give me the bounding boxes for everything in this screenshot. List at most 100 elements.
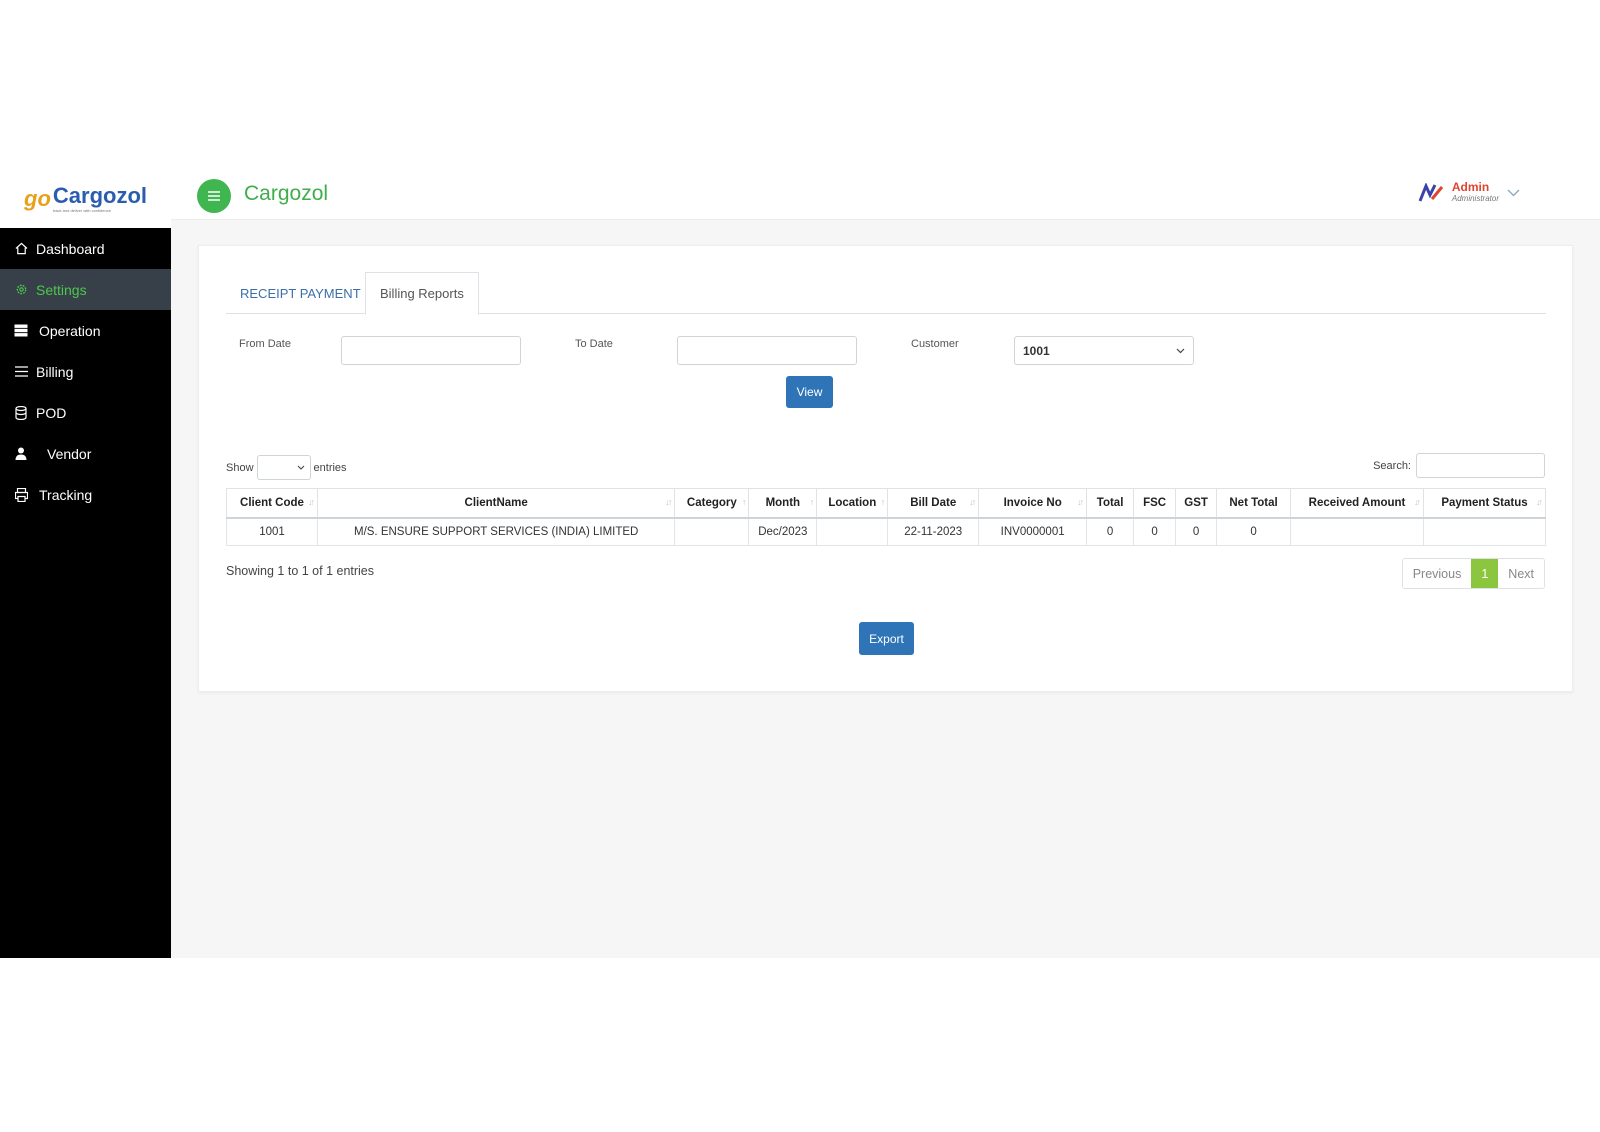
server-icon (13, 324, 29, 338)
page-length-control: Show entries (226, 455, 347, 480)
col-bill-date[interactable]: Bill Date ↓↑ (887, 488, 980, 519)
user-name: Admin (1451, 180, 1490, 194)
printer-icon (13, 487, 29, 502)
sort-icon: ↑ (809, 497, 814, 507)
cell-net-total: 0 (1216, 517, 1292, 546)
from-date-input[interactable] (341, 336, 521, 365)
sidebar-item-label: Dashboard (36, 240, 105, 257)
database-icon (13, 405, 29, 420)
app-shell: go Cargozol track and deliver with confi… (0, 170, 1600, 958)
col-total[interactable]: Total (1086, 488, 1135, 519)
next-page-button[interactable]: Next (1498, 559, 1544, 588)
user-icon (13, 447, 29, 461)
cell-fsc: 0 (1133, 517, 1177, 546)
menu-toggle-button[interactable] (197, 179, 231, 213)
sidebar-item-billing[interactable]: Billing (0, 351, 171, 392)
chevron-down-icon (1176, 346, 1185, 356)
view-button[interactable]: View (786, 376, 833, 408)
user-menu[interactable]: Admin Administrator (1418, 181, 1520, 204)
sort-icon: ↑ (880, 497, 885, 507)
user-role: Administrator (1451, 194, 1499, 203)
col-payment-status[interactable]: Payment Status ↓↑ (1422, 488, 1547, 519)
sidebar-item-vendor[interactable]: Vendor (0, 433, 171, 474)
sidebar-item-dashboard[interactable]: Dashboard (0, 228, 171, 269)
brand-logo[interactable]: go Cargozol track and deliver with confi… (0, 170, 171, 228)
logo-text: Cargozol (52, 183, 148, 208)
customer-select[interactable]: 1001 (1014, 336, 1194, 365)
page-length-select[interactable] (256, 455, 311, 480)
sidebar-item-label: Vendor (47, 445, 92, 462)
show-label: Show (226, 461, 254, 474)
cell-location (816, 517, 889, 546)
report-card: RECEIPT PAYMENT Billing Reports From Dat… (198, 245, 1573, 692)
cell-received-amount (1290, 517, 1424, 546)
cell-invoice-no: INV0000001 (978, 517, 1088, 546)
entries-label: entries (313, 461, 347, 474)
top-header: Cargozol Admin Administrator (171, 170, 1600, 220)
billing-table: Client Code ↓↑ ClientName ↓↑ Category ↑ Mon… (226, 488, 1547, 546)
sort-icon: ↓↑ (307, 497, 315, 507)
col-location[interactable]: Location ↑ (816, 488, 889, 519)
tab-billing-reports[interactable]: Billing Reports (365, 272, 479, 315)
sort-icon: ↓↑ (1413, 497, 1421, 507)
sort-icon: ↓↑ (665, 497, 672, 507)
cell-category (674, 517, 750, 546)
company-logo-icon (1418, 182, 1444, 202)
logo-tagline: track and deliver with confidence (52, 208, 111, 213)
cell-client-code: 1001 (226, 517, 318, 546)
sort-icon: ↓↑ (1077, 497, 1084, 507)
col-net-total[interactable]: Net Total (1216, 488, 1292, 519)
tab-bar: RECEIPT PAYMENT Billing Reports (226, 272, 1546, 315)
table-search: Search: (1373, 453, 1545, 478)
to-date-label: To Date (575, 338, 613, 350)
page-1-button[interactable]: 1 (1471, 559, 1499, 588)
previous-page-button[interactable]: Previous (1402, 559, 1472, 588)
search-input[interactable] (1416, 453, 1545, 478)
sidebar-item-operation[interactable]: Operation (0, 310, 171, 351)
home-icon (13, 242, 29, 256)
cell-client-name: M/S. ENSURE SUPPORT SERVICES (INDIA) LIM… (316, 517, 676, 546)
sidebar-item-settings[interactable]: Settings (0, 269, 171, 310)
chevron-down-icon (1507, 186, 1520, 200)
gear-icon (13, 283, 29, 297)
col-received-amount[interactable]: Received Amount ↓↑ (1290, 488, 1424, 519)
logo-mark: go (24, 186, 51, 211)
col-client-name[interactable]: ClientName ↓↑ (316, 488, 676, 519)
hamburger-icon (208, 191, 220, 201)
sidebar-item-pod[interactable]: POD (0, 392, 171, 433)
sidebar: Dashboard Settings Operation Billing POD (0, 228, 171, 958)
sidebar-item-label: Settings (36, 281, 87, 298)
list-icon (13, 365, 29, 379)
cell-month: Dec/2023 (748, 517, 818, 546)
sidebar-item-tracking[interactable]: Tracking (0, 474, 171, 515)
col-month[interactable]: Month ↑ (748, 488, 818, 519)
sidebar-item-label: Billing (36, 363, 74, 380)
page-title: Cargozol (244, 182, 329, 205)
search-label: Search: (1373, 459, 1411, 472)
tab-receipt-payment[interactable]: RECEIPT PAYMENT (226, 272, 375, 314)
sidebar-item-label: Tracking (39, 486, 93, 503)
sort-icon: ↓↑ (1536, 497, 1543, 507)
sort-icon: ↑ (741, 497, 746, 507)
cell-gst: 0 (1175, 517, 1218, 546)
customer-label: Customer (911, 338, 959, 350)
from-date-label: From Date (239, 338, 291, 350)
table-header-row: Client Code ↓↑ ClientName ↓↑ Category ↑ Mon… (226, 488, 1547, 519)
sidebar-item-label: POD (36, 404, 67, 421)
col-category[interactable]: Category ↑ (674, 488, 750, 519)
col-fsc[interactable]: FSC (1133, 488, 1177, 519)
sort-icon: ↓↑ (969, 497, 976, 507)
table-row[interactable]: 1001 M/S. ENSURE SUPPORT SERVICES (INDIA… (226, 517, 1547, 546)
chevron-down-icon (297, 465, 304, 470)
col-gst[interactable]: GST (1175, 488, 1218, 519)
col-invoice-no[interactable]: Invoice No ↓↑ (978, 488, 1088, 519)
cell-bill-date: 22-11-2023 (887, 517, 980, 546)
pagination: Previous 1 Next (1401, 558, 1545, 589)
sidebar-item-label: Operation (39, 322, 101, 339)
customer-select-value: 1001 (1023, 343, 1050, 358)
cell-payment-status (1422, 517, 1547, 546)
cell-total: 0 (1086, 517, 1135, 546)
col-client-code[interactable]: Client Code ↓↑ (226, 488, 318, 519)
export-button[interactable]: Export (859, 622, 914, 655)
to-date-input[interactable] (677, 336, 857, 365)
